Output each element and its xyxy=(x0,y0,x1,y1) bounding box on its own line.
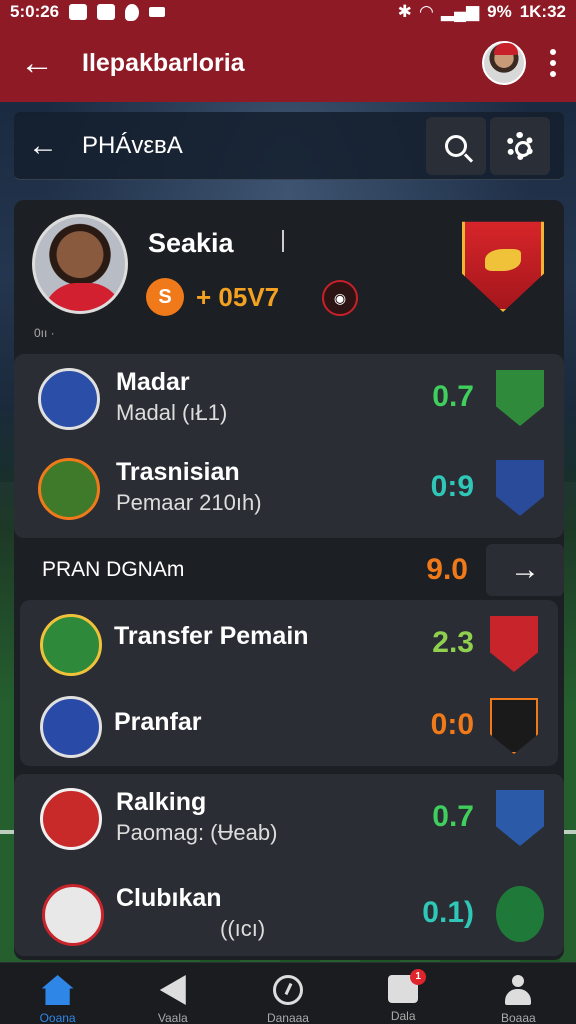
bottom-navigation: Ooana Vaala Danaaa 1 Dala Boaaa xyxy=(0,962,576,1024)
red-badge-icon: ◉ xyxy=(322,280,358,316)
nav-label: Boaaa xyxy=(500,1011,536,1024)
row-title: Clubıkan xyxy=(116,884,222,912)
status-bar: 5:0:26 ✱ ◠ ▂▄▆ 9% 1K:32 xyxy=(0,0,576,24)
row-title: Transfer Pemain xyxy=(114,622,309,650)
row-subtitle: Madal (ıŁ1) xyxy=(116,400,228,425)
list-item[interactable]: Ralking Paomag: (Ʉeab) 0.7 xyxy=(14,774,564,864)
notification-badge: 1 xyxy=(410,969,427,985)
opponent-crest-icon xyxy=(496,790,544,846)
gear-icon xyxy=(506,131,534,160)
player-name: Seakia xyxy=(148,228,234,258)
row-subtitle: Pemaar 210ıh) xyxy=(116,490,262,515)
status-clock-right: 1K:32 xyxy=(519,2,566,21)
battery-text: 9% xyxy=(487,2,512,21)
notification-heart-icon xyxy=(69,4,88,20)
settings-button[interactable] xyxy=(490,116,550,175)
list-item[interactable]: Madar Madal (ıŁ1) 0.7 xyxy=(14,354,564,444)
team-crest-icon xyxy=(38,458,100,520)
row-score: 0:0 xyxy=(430,708,474,741)
section-title: PRAN DGNAm xyxy=(42,558,185,581)
search-icon xyxy=(445,134,467,157)
row-title: Pranfar xyxy=(114,708,202,736)
row-score: 2.3 xyxy=(432,626,474,659)
wifi-icon: ◠ xyxy=(419,2,433,21)
team-crest-icon xyxy=(42,884,104,946)
play-icon xyxy=(159,975,186,1005)
mail-icon xyxy=(97,4,116,20)
match-block-bottom: Ralking Paomag: (Ʉeab) 0.7 Clubıkan ((ıc… xyxy=(14,774,564,956)
message-notification-icon xyxy=(149,7,166,17)
opponent-crest-icon xyxy=(496,886,544,942)
back-arrow-icon[interactable]: ← xyxy=(20,46,60,80)
signal-icon: ▂▄▆ xyxy=(440,2,480,21)
nav-item-home[interactable]: Ooana xyxy=(13,975,103,1024)
row-subtitle: ((ıcı) xyxy=(220,916,266,941)
search-button[interactable] xyxy=(426,116,486,175)
orange-badge-icon: S xyxy=(146,278,184,316)
row-title: Trasnisian xyxy=(116,458,240,486)
list-item[interactable]: Trasnisian Pemaar 210ıh) 0:9 xyxy=(14,444,564,534)
more-menu-icon[interactable] xyxy=(550,49,556,77)
sub-header-title: PHÁvεвA xyxy=(82,131,183,159)
user-icon xyxy=(503,975,533,1005)
sub-header-bar: ← PHÁvεвA xyxy=(14,112,564,180)
bluetooth-icon: ✱ xyxy=(397,2,412,21)
row-subtitle: Paomag: (Ʉeab) xyxy=(116,820,278,845)
row-score: 0.1) xyxy=(422,896,474,929)
row-title: Ralking xyxy=(116,788,207,816)
nav-label: Ooana xyxy=(39,1011,76,1024)
main-card: Seakia S + 05V7 ◉ 0ıı · Madar Madal (ıŁ1… xyxy=(14,200,564,960)
opponent-crest-icon xyxy=(496,370,544,426)
section-score: 9.0 xyxy=(426,553,468,586)
club-crest-icon xyxy=(462,221,544,312)
app-title: Ilepakbarloria xyxy=(82,48,245,77)
profile-tiny-text: 0ıı · xyxy=(34,326,55,340)
list-item[interactable]: Pranfar 0:0 xyxy=(20,682,558,772)
text-cursor xyxy=(282,230,284,252)
player-photo xyxy=(32,214,128,314)
row-score: 0.7 xyxy=(432,380,474,413)
row-score: 0.7 xyxy=(432,800,474,833)
nav-label: Dala xyxy=(390,1009,416,1023)
section-arrow-button[interactable]: → xyxy=(486,544,564,596)
leaf-icon xyxy=(125,3,140,21)
list-item[interactable]: Clubıkan ((ıcı) 0.1) xyxy=(14,870,564,960)
app-bar: ← Ilepakbarloria xyxy=(0,24,576,102)
player-profile[interactable]: Seakia S + 05V7 ◉ 0ıı · xyxy=(32,214,552,344)
status-time: 5:0:26 xyxy=(10,2,60,21)
team-crest-icon xyxy=(38,368,100,430)
home-icon xyxy=(41,975,74,1005)
nav-item-messages[interactable]: 1 Dala xyxy=(358,969,448,1023)
team-crest-icon xyxy=(40,788,102,850)
opponent-crest-icon xyxy=(490,616,538,672)
team-crest-icon xyxy=(40,614,102,676)
section-header: PRAN DGNAm 9.0 → xyxy=(14,544,564,596)
match-block-top: Madar Madal (ıŁ1) 0.7 Trasnisian Pemaar … xyxy=(14,354,564,538)
row-score: 0:9 xyxy=(430,470,474,503)
user-avatar[interactable] xyxy=(482,41,526,85)
row-title: Madar xyxy=(116,368,190,396)
nav-label: Danaaa xyxy=(266,1011,309,1024)
nav-label: Vaala xyxy=(157,1011,188,1024)
list-item[interactable]: Transfer Pemain 2.3 xyxy=(20,600,558,690)
back-arrow-icon[interactable]: ← xyxy=(28,129,68,163)
opponent-crest-icon xyxy=(496,460,544,516)
player-points: + 05V7 xyxy=(196,282,280,312)
clock-icon xyxy=(272,975,303,1005)
arrow-right-icon: → xyxy=(510,553,540,586)
team-crest-icon xyxy=(40,696,102,758)
opponent-crest-icon xyxy=(490,698,538,754)
nav-item-profile[interactable]: Boaaa xyxy=(473,975,563,1024)
nav-item-video[interactable]: Vaala xyxy=(128,975,218,1024)
nav-item-schedule[interactable]: Danaaa xyxy=(243,975,333,1024)
match-block-middle: Transfer Pemain 2.3 Pranfar 0:0 xyxy=(20,600,558,766)
